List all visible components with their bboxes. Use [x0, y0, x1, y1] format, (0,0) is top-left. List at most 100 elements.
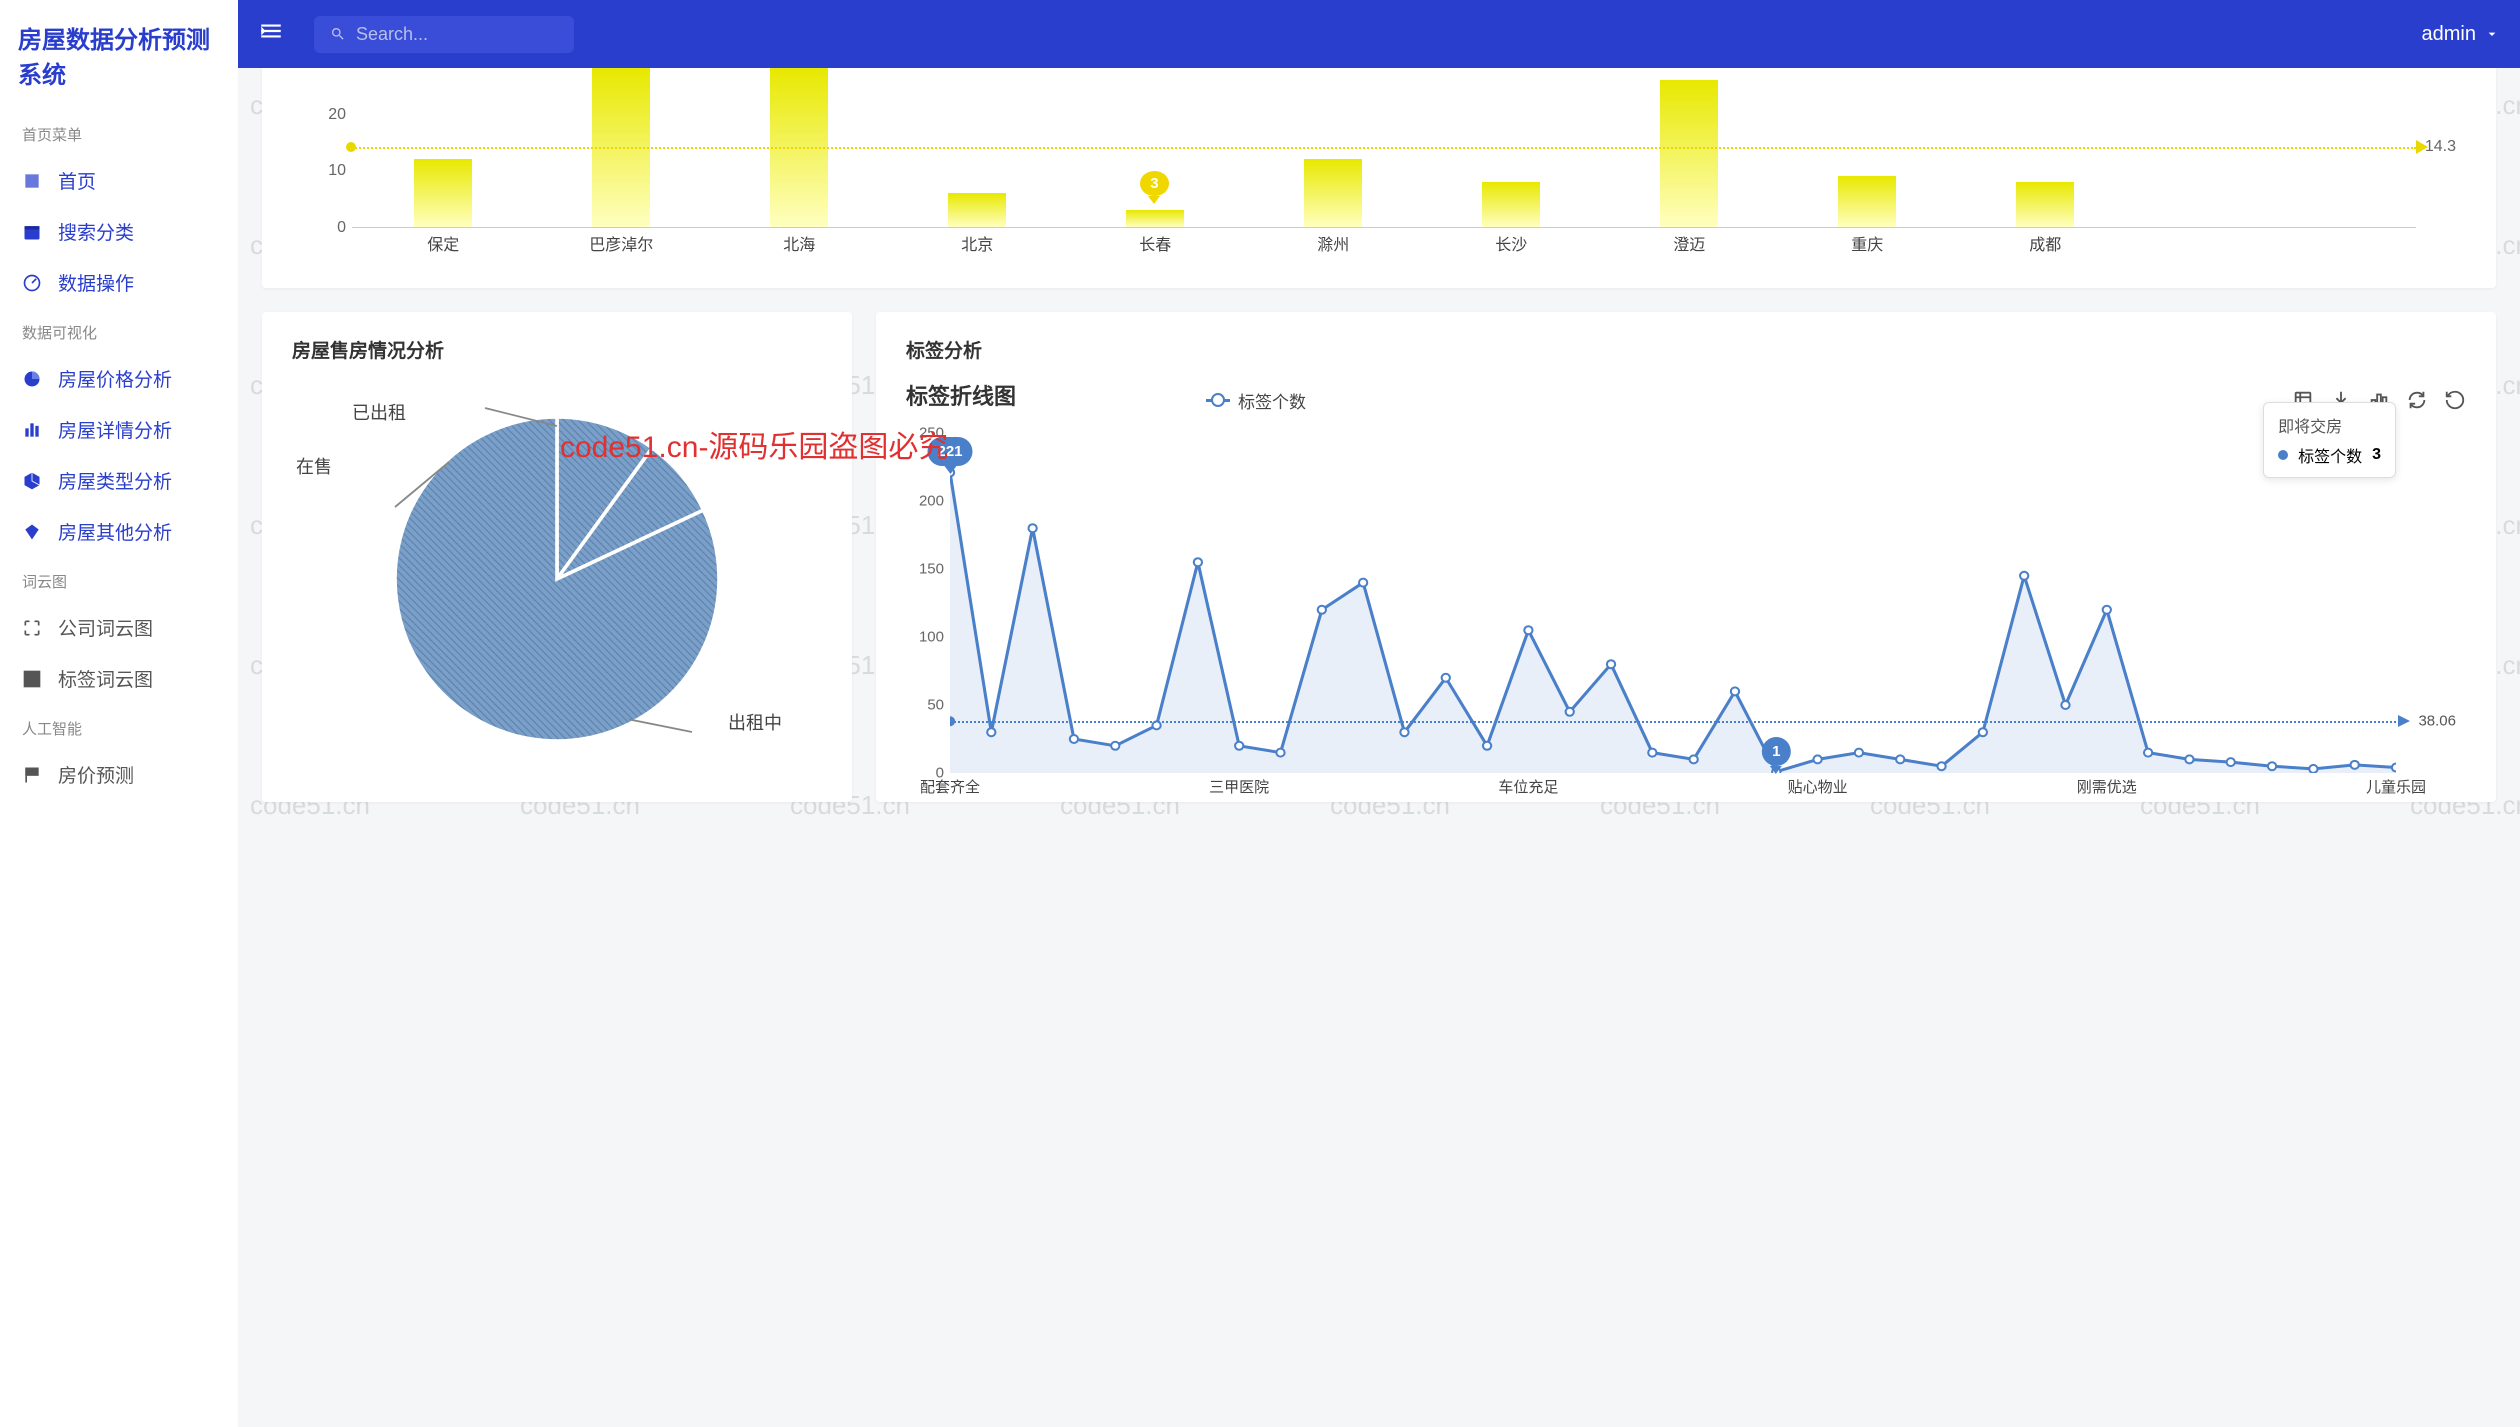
tooltip-series: 标签个数 [2298, 443, 2362, 467]
line-ytick: 100 [919, 629, 944, 646]
nav-company-cloud[interactable]: 公司词云图 [0, 602, 238, 653]
pie-chart: 已出租 在售 出租中 [292, 379, 822, 779]
line-ytick: 200 [919, 493, 944, 510]
legend-label: 标签个数 [1238, 388, 1306, 413]
line-card-title: 标签分析 [906, 336, 2466, 363]
cube-icon [22, 471, 42, 491]
line-xlabel: 车位充足 [1498, 776, 1558, 797]
bar-avg-label: 14.3 [2425, 138, 2456, 156]
nav-label: 标签词云图 [58, 665, 153, 692]
app-header: admin [238, 0, 2520, 68]
line-ytick: 50 [927, 697, 944, 714]
sidebar-section-title: 人工智能 [0, 704, 238, 749]
flag-icon [22, 765, 42, 785]
sidebar-section-title: 首页菜单 [0, 110, 238, 155]
nav-label: 房屋详情分析 [58, 416, 172, 443]
line-chart: 050100150200250配套齐全三甲医院车位充足贴心物业刚需优选儿童乐园2… [906, 433, 2466, 803]
sidebar-toggle[interactable] [258, 18, 284, 51]
bar-chart-card: 0 10 20 保定 巴彦淖尔 北海 北京 长春 3 滁州 长沙 澄迈 重庆 成都 14.3 [262, 68, 2496, 288]
search-icon [330, 25, 346, 43]
nav-label: 公司词云图 [58, 614, 153, 641]
chevron-down-icon [2484, 26, 2500, 42]
line-chart-card: 标签分析 标签折线图 标签个数 050100150200250配套齐全三甲医院车… [876, 312, 2496, 802]
bar-xlabel: 澄迈 [1644, 231, 1734, 255]
pie-card-title: 房屋售房情况分析 [292, 336, 822, 363]
bar-xlabel: 巴彦淖尔 [576, 231, 666, 255]
bar-xlabel: 成都 [2000, 231, 2090, 255]
search-input[interactable] [356, 24, 558, 45]
bar-xlabel: 重庆 [1822, 231, 1912, 255]
sidebar-section-title: 词云图 [0, 557, 238, 602]
line-avg-label: 38.06 [2418, 713, 2456, 730]
bar-保定[interactable] [414, 159, 472, 227]
bar-xlabel: 长沙 [1466, 231, 1556, 255]
nav-label: 房价预测 [58, 761, 134, 788]
diamond-icon [22, 522, 42, 542]
bar-长春[interactable] [1126, 210, 1184, 227]
line-ytick: 150 [919, 561, 944, 578]
line-legend: 标签个数 [1206, 388, 1306, 413]
speed-icon [22, 273, 42, 293]
expand-icon [22, 618, 42, 638]
restore-icon[interactable] [2444, 389, 2466, 411]
bar-xlabel: 北海 [754, 231, 844, 255]
bar-澄迈[interactable] [1660, 80, 1718, 227]
nav-label: 房屋价格分析 [58, 365, 172, 392]
line-chart-title: 标签折线图 [906, 379, 1016, 411]
line-xlabel: 儿童乐园 [2366, 776, 2426, 797]
sidebar-section-title: 数据可视化 [0, 308, 238, 353]
tooltip-dot-icon [2278, 450, 2288, 460]
pie-label-renting: 出租中 [728, 709, 782, 735]
nav-label: 房屋其他分析 [58, 518, 172, 545]
line-max-marker: 221 [927, 437, 972, 466]
bar-长沙[interactable] [1482, 182, 1540, 227]
nav-price-analysis[interactable]: 房屋价格分析 [0, 353, 238, 404]
nav-home[interactable]: 首页 [0, 155, 238, 206]
bars-icon [22, 420, 42, 440]
bar-成都[interactable] [2016, 182, 2074, 227]
line-xlabel: 刚需优选 [2077, 776, 2137, 797]
nav-price-predict[interactable]: 房价预测 [0, 749, 238, 800]
bar-tooltip: 3 [1140, 171, 1168, 196]
line-min-marker: 1 [1762, 737, 1790, 766]
pie-label-rented: 已出租 [352, 399, 406, 425]
bar-xlabel: 北京 [932, 231, 1022, 255]
main-content: 0 10 20 保定 巴彦淖尔 北海 北京 长春 3 滁州 长沙 澄迈 重庆 成都 14.3 房屋售房情况分… [238, 68, 2520, 1427]
calendar-icon [22, 222, 42, 242]
user-menu[interactable]: admin [2422, 23, 2500, 46]
nav-other-analysis[interactable]: 房屋其他分析 [0, 506, 238, 557]
pie-chart-card: 房屋售房情况分析 已出租 在售 出租中 [262, 312, 852, 802]
nav-label: 搜索分类 [58, 218, 134, 245]
nav-label: 数据操作 [58, 269, 134, 296]
nav-label: 首页 [58, 167, 96, 194]
bar-ytick: 20 [328, 106, 346, 124]
nav-type-analysis[interactable]: 房屋类型分析 [0, 455, 238, 506]
sidebar: 房屋数据分析预测系统 首页菜单首页搜索分类数据操作数据可视化房屋价格分析房屋详情… [0, 0, 238, 1427]
refresh-icon[interactable] [2406, 389, 2428, 411]
tooltip-value: 3 [2372, 446, 2381, 464]
pie-label-onsale: 在售 [296, 453, 332, 479]
bar-ytick: 0 [337, 219, 346, 237]
nav-tag-cloud[interactable]: 标签词云图 [0, 653, 238, 704]
tooltip-category: 即将交房 [2278, 413, 2381, 437]
nav-label: 房屋类型分析 [58, 467, 172, 494]
bar-chart: 0 10 20 保定 巴彦淖尔 北海 北京 长春 3 滁州 长沙 澄迈 重庆 成都 14.3 [302, 68, 2456, 258]
bar-xlabel: 长春 [1110, 231, 1200, 255]
bar-xlabel: 滁州 [1288, 231, 1378, 255]
line-tooltip: 即将交房 标签个数 3 [2263, 402, 2396, 478]
nav-detail-analysis[interactable]: 房屋详情分析 [0, 404, 238, 455]
bar-ytick: 10 [328, 162, 346, 180]
line-xlabel: 贴心物业 [1788, 776, 1848, 797]
line-xlabel: 配套齐全 [920, 776, 980, 797]
nav-data-ops[interactable]: 数据操作 [0, 257, 238, 308]
bar-xlabel: 保定 [398, 231, 488, 255]
user-label: admin [2422, 23, 2476, 46]
search-box[interactable] [314, 16, 574, 53]
bar-重庆[interactable] [1838, 176, 1896, 227]
nav-search-category[interactable]: 搜索分类 [0, 206, 238, 257]
line-xlabel: 三甲医院 [1209, 776, 1269, 797]
pie-icon [22, 369, 42, 389]
bar-北京[interactable] [948, 193, 1006, 227]
app-title: 房屋数据分析预测系统 [0, 0, 238, 110]
bar-滁州[interactable] [1304, 159, 1362, 227]
